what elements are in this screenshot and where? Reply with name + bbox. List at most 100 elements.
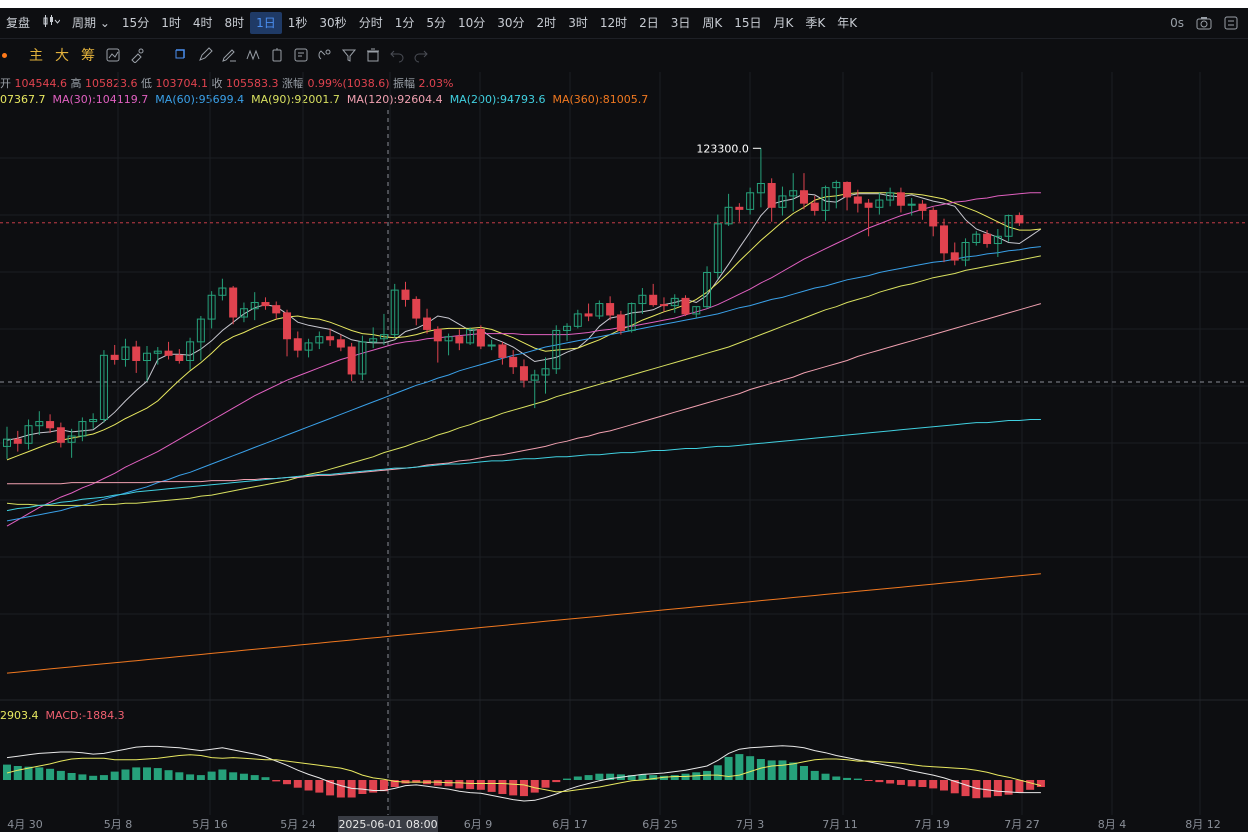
candle-body [746, 192, 755, 210]
interval-item[interactable]: 1时 [155, 12, 187, 34]
interval-item[interactable]: 15分 [116, 12, 155, 34]
main-indicator-button[interactable]: 主 [29, 45, 43, 65]
trash-icon[interactable] [361, 43, 385, 67]
big-order-button[interactable]: 大 [55, 45, 69, 65]
price-chart[interactable]: 123300.0 4月 30 5月 8 5月 16 5月 24 2025-06-01 08… [0, 0, 1248, 832]
settings-icon[interactable] [1224, 16, 1238, 30]
interval-item[interactable]: 15日 [728, 12, 767, 34]
macd-bar [35, 767, 44, 780]
interval-item[interactable]: 3日 [665, 12, 697, 34]
interval-item[interactable]: 季K [799, 12, 831, 34]
macd-bar [692, 772, 701, 780]
interval-item[interactable]: 1日 [250, 12, 282, 34]
candle-body [67, 435, 76, 443]
interval-item[interactable]: 30秒 [313, 12, 352, 34]
interval-item[interactable]: 分时 [353, 12, 389, 34]
macd-bar [412, 780, 421, 783]
brush-icon[interactable] [125, 43, 149, 67]
high-value: 105823.6 [85, 77, 138, 90]
candle-body [939, 225, 948, 254]
interval-item[interactable]: 2时 [531, 12, 563, 34]
close-value: 105583.3 [226, 77, 279, 90]
interval-item[interactable]: 5分 [420, 12, 452, 34]
macd-bar [229, 772, 238, 780]
pattern-icon[interactable] [241, 43, 265, 67]
pencil-icon[interactable] [193, 43, 217, 67]
candle-body [315, 336, 324, 344]
candle-body [121, 346, 130, 360]
candle-body [843, 181, 852, 198]
interval-item[interactable]: 8时 [218, 12, 250, 34]
interval-item[interactable]: 1秒 [282, 12, 314, 34]
candle-body [218, 287, 227, 296]
interval-toolbar: 复盘 周期 ⌄ 15分 1时 4时 8时 1日 1秒 30秒 分时 1分 5分 10分 30分 2时 3时… [0, 8, 1248, 39]
interval-item[interactable]: 1分 [389, 12, 421, 34]
x-axis-label: 7月 3 [736, 818, 765, 831]
x-axis-label: 5月 8 [104, 818, 133, 831]
candle-body [455, 336, 464, 344]
interval-item[interactable]: 30分 [491, 12, 530, 34]
macd-bar [563, 778, 572, 780]
candle-body [13, 438, 22, 444]
candle-body [972, 233, 981, 243]
note-icon[interactable] [289, 43, 313, 67]
redo-icon[interactable] [409, 43, 433, 67]
period-dropdown[interactable]: 周期 ⌄ [66, 12, 116, 34]
filter-icon[interactable] [337, 43, 361, 67]
candle-body [229, 287, 238, 318]
macd-bar [853, 778, 862, 780]
interval-item[interactable]: 4时 [187, 12, 219, 34]
macd-bar [1026, 780, 1035, 790]
toolbar-right: 0s [1170, 8, 1238, 38]
ma-line-ma60 [6, 246, 1041, 522]
candle-body [692, 306, 701, 315]
indicator-icon[interactable] [101, 43, 125, 67]
interval-item[interactable]: 2日 [633, 12, 665, 34]
candle-body [703, 272, 712, 308]
macd-bar [433, 780, 442, 786]
candle-body [358, 341, 367, 375]
pen-icon[interactable] [217, 43, 241, 67]
cursor-icon[interactable] [169, 43, 193, 67]
interval-item[interactable]: 3时 [562, 12, 594, 34]
x-axis-label: 6月 17 [552, 818, 588, 831]
open-label: 开 [0, 77, 11, 90]
camera-icon[interactable] [1196, 16, 1212, 30]
x-axis-label: 6月 25 [642, 818, 678, 831]
macd-bar [13, 766, 22, 780]
magnet-icon[interactable] [313, 43, 337, 67]
candlestick-icon [43, 15, 61, 27]
candle-body [1004, 215, 1013, 237]
undo-icon[interactable] [385, 43, 409, 67]
candle-body [326, 336, 335, 341]
macd-bar [907, 780, 916, 787]
macd-bar [810, 770, 819, 780]
macd-bar [218, 769, 227, 780]
macd-bar [153, 768, 162, 780]
chart-type-button[interactable] [36, 12, 66, 34]
measure-icon[interactable] [265, 43, 289, 67]
x-axis-label: 6月 9 [464, 818, 493, 831]
chip-distribution-button[interactable]: 筹 [81, 45, 95, 65]
candle-body [789, 190, 798, 197]
candle-body [886, 192, 895, 201]
low-value: 103704.1 [155, 77, 209, 90]
interval-item[interactable]: 12时 [594, 12, 633, 34]
replay-button[interactable]: 复盘 [0, 12, 36, 34]
macd-bar [530, 780, 539, 793]
candle-body [196, 318, 205, 343]
interval-item[interactable]: 10分 [452, 12, 491, 34]
candle-body [573, 313, 582, 327]
macd-bar [972, 780, 981, 799]
candle-body [595, 303, 604, 317]
interval-item[interactable]: 月K [768, 12, 800, 34]
ma-line-ma200 [6, 419, 1041, 512]
candle-body [519, 366, 528, 381]
ma-legend-item: MA(30):104119.7 [52, 93, 149, 106]
interval-item[interactable]: 年K [831, 12, 863, 34]
candle-body [713, 223, 722, 274]
open-value: 104544.6 [14, 77, 68, 90]
interval-item[interactable]: 周K [696, 12, 728, 34]
macd-bar [606, 773, 615, 780]
candle-body [207, 294, 216, 320]
